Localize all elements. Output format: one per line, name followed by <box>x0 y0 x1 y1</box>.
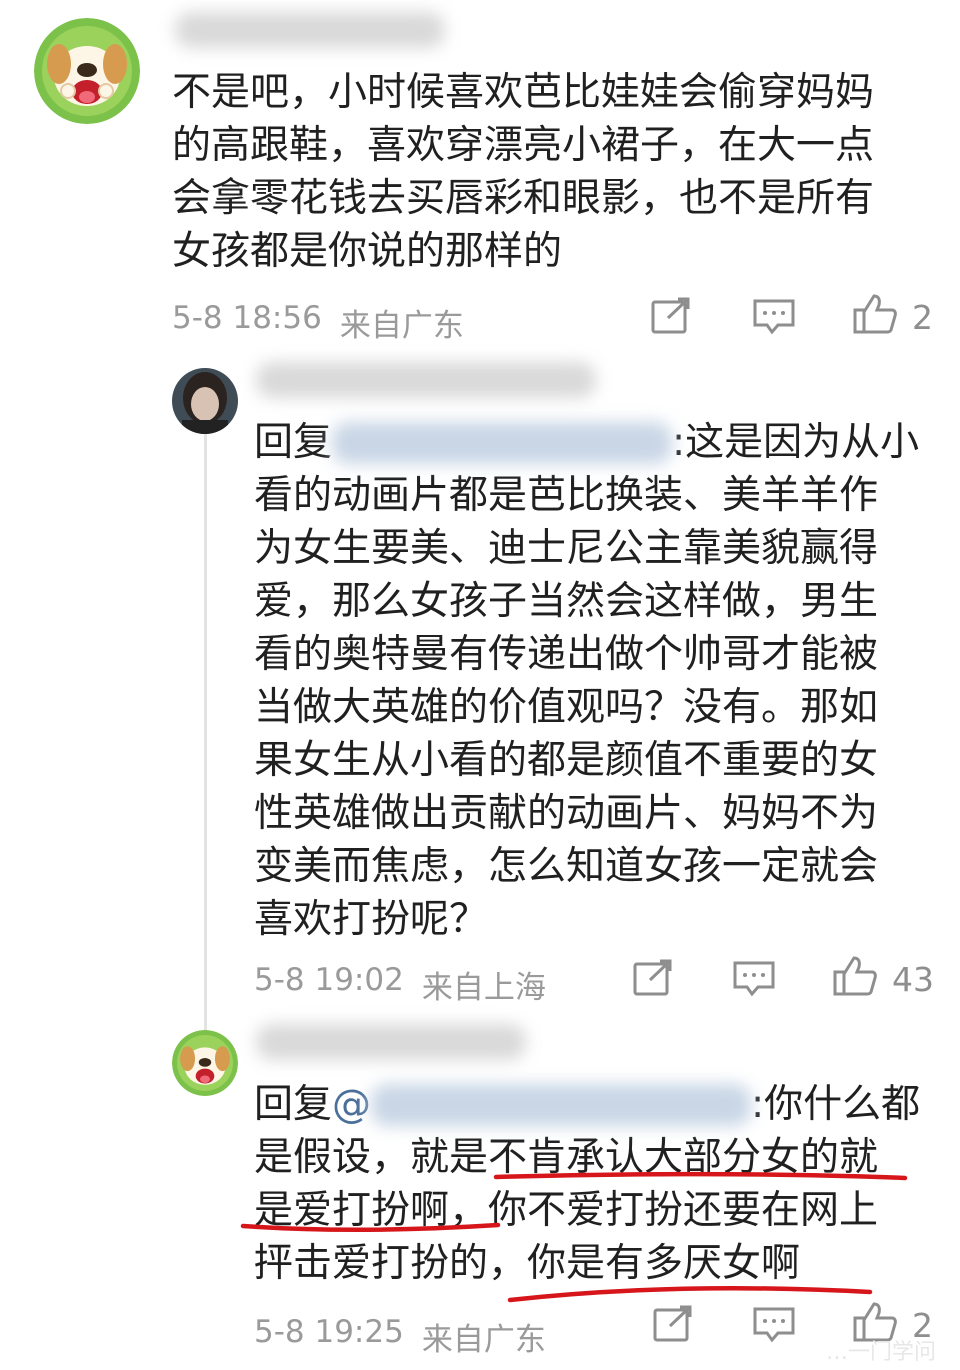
comment-line: 为女生要美、迪士尼公主靠美貌赢得 <box>254 526 879 571</box>
comment-line: 女孩都是你说的那样的 <box>172 229 563 274</box>
share-icon[interactable] <box>650 296 692 340</box>
timestamp: 5-8 18:56 <box>172 300 322 336</box>
avatar-photo[interactable] <box>172 368 238 434</box>
comment-line: 抨击爱打扮的，你是有多厌女啊 <box>254 1241 801 1286</box>
like-icon[interactable] <box>852 292 898 340</box>
comment-icon[interactable] <box>752 296 796 340</box>
reply-prefix: 回复 <box>254 420 333 465</box>
username-hidden[interactable] <box>256 1024 526 1060</box>
comment-line: 看的动画片都是芭比换装、美羊羊作 <box>254 473 879 518</box>
avatar-dog[interactable] <box>172 1030 238 1096</box>
comment-meta: 5-8 19:02 来自上海 <box>254 962 546 1007</box>
portrait-avatar-icon <box>172 368 238 434</box>
comment-line: 看的奥特曼有传递出做个帅哥才能被 <box>254 632 879 677</box>
comment-line: 当做大英雄的价值观吗？没有。那如 <box>254 685 879 730</box>
comment-line: 不是吧，小时候喜欢芭比娃娃会偷穿妈妈 <box>172 70 875 115</box>
like-icon[interactable] <box>832 954 878 1002</box>
thread-line <box>204 432 207 1032</box>
username-hidden[interactable] <box>256 362 596 398</box>
comment-line: 爱，那么女孩子当然会这样做，男生 <box>254 579 879 624</box>
dog-avatar-icon <box>172 1030 238 1096</box>
like-count: 2 <box>912 298 933 337</box>
timestamp: 5-8 19:25 <box>254 1314 404 1350</box>
reply-tail: :这是因为从小 <box>672 420 920 465</box>
share-icon[interactable] <box>632 958 674 1002</box>
location: 来自上海 <box>421 970 546 1006</box>
comment-line: 是假设，就是不肯承认大部分女的就 <box>254 1135 879 1180</box>
comment-line: 喜欢打扮呢？ <box>254 897 489 942</box>
comment-line: 是爱打扮啊，你不爱打扮还要在网上 <box>254 1188 879 1233</box>
reply-tail: :你什么都 <box>751 1082 921 1127</box>
location: 来自广东 <box>421 1322 546 1358</box>
avatar-dog[interactable] <box>34 18 140 124</box>
comment-line: 变美而焦虑，怎么知道女孩一定就会 <box>254 844 879 889</box>
mention-link-hidden[interactable] <box>371 1084 752 1126</box>
reply-first-line: 回复 :这是因为从小 <box>254 416 944 469</box>
comment-meta: 5-8 18:56 来自广东 <box>172 300 464 345</box>
comment-line: 果女生从小看的都是颜值不重要的女 <box>254 738 879 783</box>
dog-avatar-icon <box>34 18 140 124</box>
comment-line: 会拿零花钱去买唇彩和眼影，也不是所有 <box>172 176 875 221</box>
like-count: 43 <box>892 960 934 999</box>
comment-icon[interactable] <box>752 1304 796 1348</box>
watermark: …一门学问 <box>826 1340 937 1365</box>
reply-prefix: 回复 <box>254 1082 333 1127</box>
timestamp: 5-8 19:02 <box>254 962 404 998</box>
comment-line: 的高跟鞋，喜欢穿漂亮小裙子，在大一点 <box>172 123 875 168</box>
comment-icon[interactable] <box>732 958 776 1002</box>
comment-body: 不是吧，小时候喜欢芭比娃娃会偷穿妈妈 的高跟鞋，喜欢穿漂亮小裙子，在大一点 会拿… <box>172 66 932 278</box>
comment-meta: 5-8 19:25 来自广东 <box>254 1314 546 1359</box>
reply-body: 回复 :这是因为从小 看的动画片都是芭比换装、美羊羊作 为女生要美、迪士尼公主靠… <box>254 416 944 946</box>
location: 来自广东 <box>339 308 464 344</box>
mention-link-hidden[interactable] <box>332 422 673 464</box>
underline-3 <box>507 1286 873 1303</box>
mention-at[interactable]: @ <box>332 1078 371 1131</box>
comment-line: 性英雄做出贡献的动画片、妈妈不为 <box>254 791 879 836</box>
reply-body: 回复 @ :你什么都 是假设，就是不肯承认大部分女的就 是爱打扮啊，你不爱打扮还… <box>254 1078 944 1290</box>
username-hidden[interactable] <box>175 12 445 48</box>
share-icon[interactable] <box>652 1304 694 1348</box>
reply-first-line: 回复 @ :你什么都 <box>254 1078 944 1131</box>
